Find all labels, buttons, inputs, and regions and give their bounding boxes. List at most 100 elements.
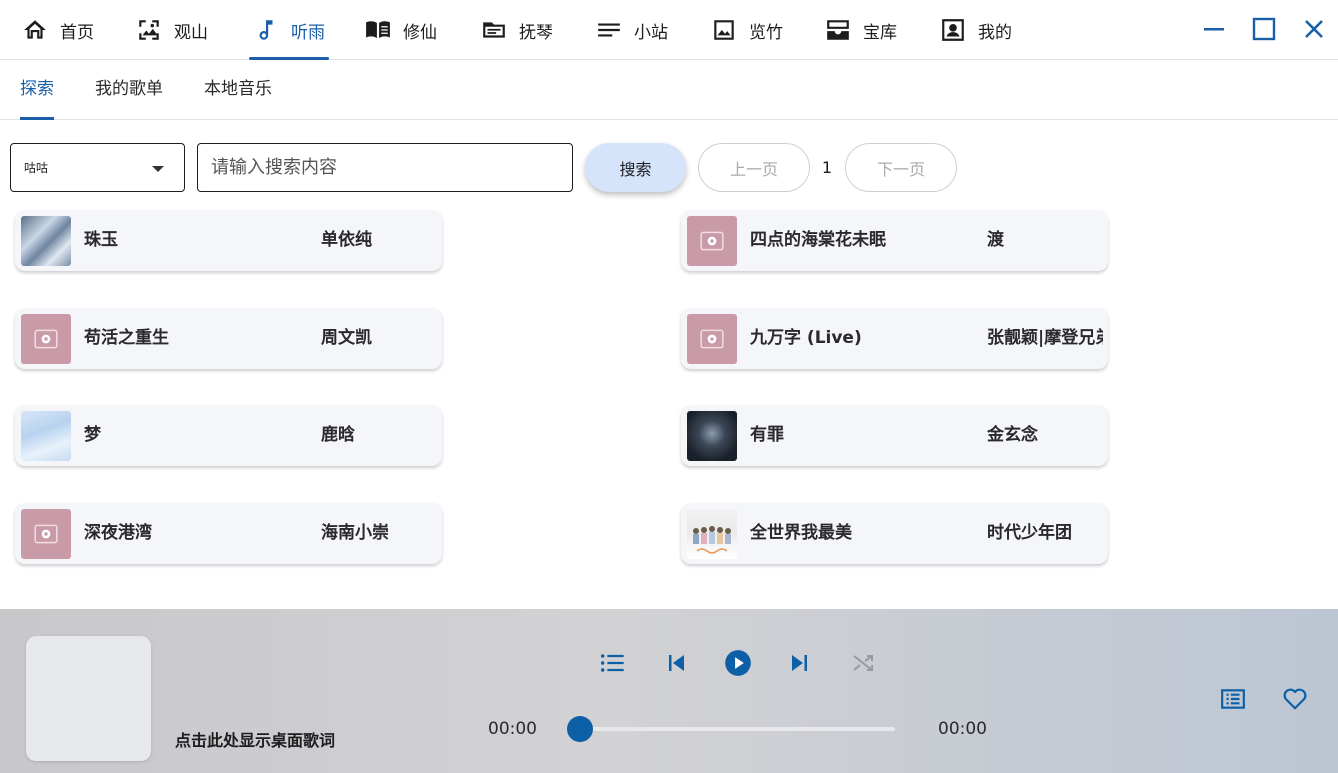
nav-item-label: 宝库 bbox=[863, 22, 897, 43]
heart-icon bbox=[1283, 688, 1307, 710]
previous-track-button[interactable] bbox=[660, 647, 692, 679]
nav-item-label: 听雨 bbox=[291, 22, 325, 43]
skip-previous-icon bbox=[669, 655, 684, 671]
progress-slider[interactable] bbox=[567, 716, 895, 742]
song-artist: 张靓颖|摩登兄弟 bbox=[987, 328, 1103, 348]
song-artist: 时代少年团 bbox=[987, 523, 1072, 543]
song-title: 全世界我最美 bbox=[750, 523, 852, 543]
playlist-mode-button[interactable] bbox=[596, 647, 628, 679]
nav-item-label: 我的 bbox=[978, 22, 1012, 43]
song-card[interactable]: 深夜港湾 海南小崇 bbox=[15, 503, 442, 564]
music-placeholder-icon bbox=[700, 329, 724, 349]
skip-next-icon bbox=[792, 655, 807, 671]
sub-tabs: 探索 我的歌单 本地音乐 bbox=[0, 60, 1338, 120]
nav-item-label: 抚琴 bbox=[519, 22, 553, 43]
song-card[interactable]: 珠玉 单依纯 bbox=[15, 210, 442, 271]
song-card[interactable]: 梦 鹿晗 bbox=[15, 405, 442, 466]
source-select[interactable]: 咕咕 bbox=[10, 143, 185, 192]
tab-explore[interactable]: 探索 bbox=[20, 60, 54, 120]
tab-local-music[interactable]: 本地音乐 bbox=[204, 60, 272, 120]
folder-icon bbox=[483, 22, 505, 38]
play-circle-icon bbox=[725, 650, 751, 676]
play-button[interactable] bbox=[722, 647, 754, 679]
nav-item-label: 览竹 bbox=[749, 22, 783, 43]
song-card[interactable]: 有罪 金玄念 bbox=[681, 405, 1108, 466]
maximize-icon bbox=[1252, 17, 1276, 41]
song-cover bbox=[687, 411, 737, 461]
queue-button[interactable] bbox=[1217, 683, 1249, 715]
progress-thumb[interactable] bbox=[567, 716, 593, 742]
song-cover bbox=[21, 314, 71, 364]
nav-item-label: 观山 bbox=[174, 22, 208, 43]
now-playing-cover[interactable] bbox=[26, 636, 151, 761]
nav-item-music[interactable]: 听雨 bbox=[249, 0, 329, 60]
song-cover bbox=[687, 314, 737, 364]
song-card[interactable]: 九万字 (Live) 张靓颖|摩登兄弟 bbox=[681, 308, 1108, 369]
favorite-button[interactable] bbox=[1279, 683, 1311, 715]
music-placeholder-icon bbox=[700, 231, 724, 251]
song-title: 四点的海棠花未眠 bbox=[750, 230, 886, 250]
song-card[interactable]: 四点的海棠花未眠 渡 bbox=[681, 210, 1108, 271]
photo-icon bbox=[714, 20, 734, 40]
home-icon bbox=[24, 20, 46, 39]
song-card[interactable]: 苟活之重生 周文凯 bbox=[15, 308, 442, 369]
top-navigation: 首页 观山 听雨 修仙 抚琴 小站 览竹 宝库 我的 bbox=[0, 0, 1338, 60]
nav-item-bamboo[interactable]: 览竹 bbox=[711, 0, 783, 60]
tab-my-playlists[interactable]: 我的歌单 bbox=[95, 60, 163, 120]
account-box-icon bbox=[942, 19, 964, 41]
song-artist: 渡 bbox=[987, 230, 1004, 250]
song-cover bbox=[687, 216, 737, 266]
source-select-value: 咕咕 bbox=[24, 161, 49, 175]
close-button[interactable] bbox=[1299, 14, 1329, 44]
nav-item-label: 首页 bbox=[60, 22, 94, 43]
shuffle-icon bbox=[853, 655, 873, 671]
next-track-button[interactable] bbox=[784, 647, 816, 679]
song-artist: 单依纯 bbox=[321, 230, 372, 250]
close-icon bbox=[1305, 20, 1323, 38]
lines-icon bbox=[598, 23, 620, 37]
music-placeholder-icon bbox=[34, 329, 58, 349]
next-page-button[interactable]: 下一页 bbox=[845, 143, 957, 192]
nav-item-mine[interactable]: 我的 bbox=[940, 0, 1012, 60]
caret-down-icon bbox=[152, 166, 164, 172]
song-card[interactable]: 全世界我最美 时代少年团 bbox=[681, 503, 1108, 564]
search-button[interactable]: 搜索 bbox=[585, 143, 686, 192]
book-open-icon bbox=[366, 21, 390, 39]
song-artist: 鹿晗 bbox=[321, 425, 355, 445]
nav-item-home[interactable]: 首页 bbox=[22, 0, 94, 60]
song-artist: 海南小崇 bbox=[321, 523, 389, 543]
page-number: 1 bbox=[821, 158, 833, 177]
song-cover bbox=[687, 509, 737, 559]
queue-list-icon bbox=[1221, 689, 1245, 709]
song-artist: 金玄念 bbox=[987, 425, 1038, 445]
current-time: 00:00 bbox=[488, 719, 537, 739]
song-title: 有罪 bbox=[750, 425, 784, 445]
image-frame-icon bbox=[139, 20, 159, 40]
nav-item-label: 小站 bbox=[634, 22, 668, 43]
nav-item-guqin[interactable]: 抚琴 bbox=[481, 0, 553, 60]
nav-item-treasury[interactable]: 宝库 bbox=[825, 0, 897, 60]
group-photo-icon bbox=[693, 526, 731, 554]
shuffle-button[interactable] bbox=[847, 647, 879, 679]
song-artist: 周文凯 bbox=[321, 328, 372, 348]
nav-item-station[interactable]: 小站 bbox=[596, 0, 668, 60]
nav-item-label: 修仙 bbox=[403, 22, 437, 43]
song-title: 苟活之重生 bbox=[84, 328, 169, 348]
desktop-lyrics-toggle[interactable]: 点击此处显示桌面歌词 bbox=[175, 727, 335, 751]
music-note-icon bbox=[259, 20, 273, 40]
song-title: 九万字 (Live) bbox=[750, 328, 862, 348]
song-cover bbox=[21, 216, 71, 266]
prev-page-button[interactable]: 上一页 bbox=[698, 143, 810, 192]
nav-item-mountain[interactable]: 观山 bbox=[136, 0, 208, 60]
minimize-icon bbox=[1204, 28, 1224, 31]
player-bar: 点击此处显示桌面歌词 00:00 00:00 bbox=[0, 609, 1338, 773]
song-cover bbox=[21, 411, 71, 461]
search-input[interactable] bbox=[197, 143, 573, 192]
song-title: 梦 bbox=[84, 425, 101, 445]
inbox-tray-icon bbox=[827, 20, 849, 40]
minimize-button[interactable] bbox=[1199, 14, 1229, 44]
song-title: 珠玉 bbox=[84, 230, 118, 250]
nav-item-cultivate[interactable]: 修仙 bbox=[365, 0, 437, 60]
maximize-button[interactable] bbox=[1249, 14, 1279, 44]
music-placeholder-icon bbox=[34, 524, 58, 544]
